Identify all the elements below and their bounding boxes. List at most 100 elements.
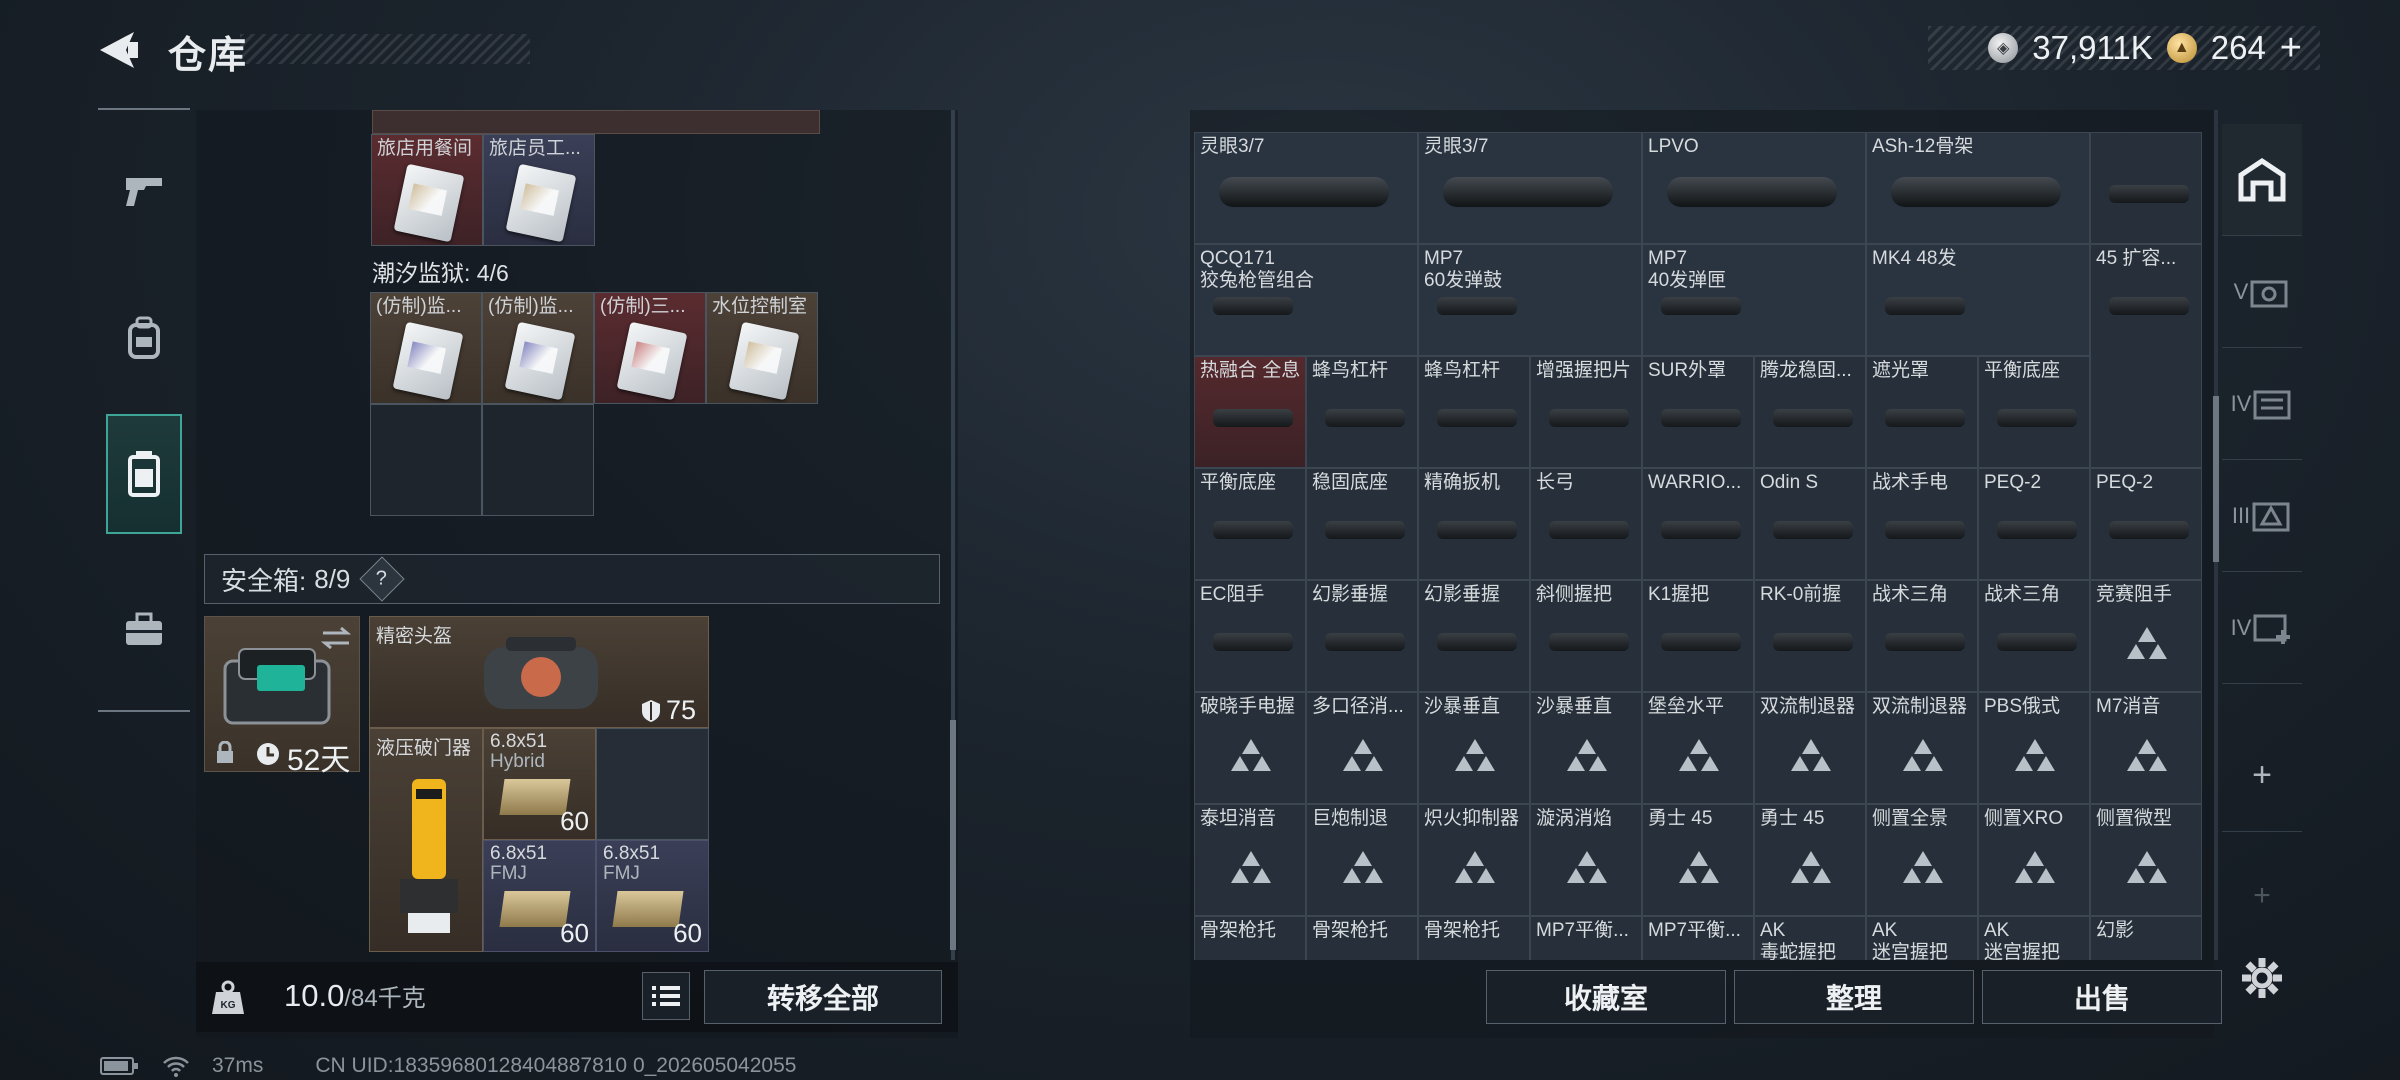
item-ammo-hybrid[interactable]: 6.8x51 Hybrid 60 (483, 728, 596, 840)
warehouse-item[interactable] (2090, 132, 2202, 244)
warehouse-item[interactable]: 竞赛阻手 (2090, 580, 2202, 692)
warehouse-item[interactable]: QCQ171 狡兔枪管组合 (1194, 244, 1418, 356)
nav-items[interactable] (106, 570, 182, 690)
warehouse-item[interactable]: MP7平衡... (1642, 916, 1754, 960)
warehouse-item[interactable]: 沙暴垂直 (1530, 692, 1642, 804)
add-storage-button-2[interactable]: + (2222, 840, 2302, 952)
warehouse-item[interactable]: 增强握把片 (1530, 356, 1642, 468)
warehouse-item[interactable]: SUR外罩 (1642, 356, 1754, 468)
warehouse-item[interactable]: MK4 48发 (1866, 244, 2090, 356)
add-gold-button[interactable]: + (2280, 27, 2302, 70)
warehouse-item[interactable]: 斜侧握把 (1530, 580, 1642, 692)
warehouse-item[interactable]: 战术三角 (1866, 580, 1978, 692)
warehouse-item[interactable]: ASh-12骨架 (1866, 132, 2090, 244)
warehouse-item[interactable]: 遮光罩 (1866, 356, 1978, 468)
list-view-button[interactable] (642, 972, 690, 1020)
item-ammo-fmj-1[interactable]: 6.8x51 FMJ 60 (483, 840, 596, 952)
settings-gear-icon[interactable] (2240, 956, 2284, 1000)
warehouse-item[interactable]: PEQ-2 (2090, 468, 2202, 580)
warehouse-item[interactable]: 平衡底座 (1194, 468, 1306, 580)
tab-level-iii[interactable]: III (2222, 460, 2302, 572)
tab-level-v[interactable]: V (2222, 236, 2302, 348)
warehouse-item[interactable]: PEQ-2 (1978, 468, 2090, 580)
warehouse-item[interactable]: 炽火抑制器 (1418, 804, 1530, 916)
warehouse-item[interactable]: AK 毒蛇握把 (1754, 916, 1866, 960)
warehouse-item[interactable]: MP7 60发弹鼓 (1418, 244, 1642, 356)
sort-button[interactable]: 整理 (1734, 970, 1974, 1024)
warehouse-item[interactable]: 45 扩容... (2090, 244, 2202, 468)
warehouse-item[interactable]: 勇士 45 (1754, 804, 1866, 916)
warehouse-item[interactable]: 巨炮制退 (1306, 804, 1418, 916)
key-prison-2[interactable]: (仿制)监... (482, 292, 594, 404)
warehouse-item[interactable]: 骨架枪托 (1418, 916, 1530, 960)
warehouse-item[interactable]: MP7平衡... (1530, 916, 1642, 960)
warehouse-item[interactable]: LPVO (1642, 132, 1866, 244)
warehouse-item[interactable]: 泰坦消音 (1194, 804, 1306, 916)
warehouse-item[interactable]: 幻影垂握 (1306, 580, 1418, 692)
warehouse-item[interactable]: 多口径消... (1306, 692, 1418, 804)
help-button[interactable]: ? (359, 556, 406, 602)
warehouse-item[interactable]: EC阻手 (1194, 580, 1306, 692)
empty-slot[interactable] (482, 404, 594, 516)
warehouse-item[interactable]: 战术手电 (1866, 468, 1978, 580)
tab-level-iv-medical[interactable]: IV (2222, 572, 2302, 684)
transfer-all-button[interactable]: 转移全部 (704, 970, 942, 1024)
warehouse-item[interactable]: 勇士 45 (1642, 804, 1754, 916)
key-hotel-dining[interactable]: 旅店用餐间 (371, 134, 483, 246)
warehouse-item[interactable]: 蜂鸟杠杆 (1418, 356, 1530, 468)
warehouse-item[interactable]: 灵眼3/7 (1418, 132, 1642, 244)
key-hotel-staff[interactable]: 旅店员工... (483, 134, 595, 246)
left-scroll-thumb[interactable] (950, 720, 956, 950)
tab-warehouse-main[interactable] (2222, 124, 2302, 236)
warehouse-item[interactable]: 幻影垂握 (1418, 580, 1530, 692)
safe-case-slot[interactable]: 52天 (204, 616, 360, 777)
sell-button[interactable]: 出售 (1982, 970, 2222, 1024)
tab-level-iv[interactable]: IV (2222, 348, 2302, 460)
collection-room-button[interactable]: 收藏室 (1486, 970, 1726, 1024)
empty-slot[interactable] (370, 404, 482, 516)
warehouse-item[interactable]: WARRIO... (1642, 468, 1754, 580)
warehouse-item[interactable]: PBS俄式 (1978, 692, 2090, 804)
warehouse-item[interactable]: 战术三角 (1978, 580, 2090, 692)
key-prison-3[interactable]: (仿制)三... (594, 292, 706, 404)
warehouse-item[interactable]: AK 迷宫握把 (1866, 916, 1978, 960)
key-prison-4[interactable]: 水位控制室 (706, 292, 818, 404)
warehouse-item[interactable]: 平衡底座 (1978, 356, 2090, 468)
item-ammo-fmj-2[interactable]: 6.8x51 FMJ 60 (596, 840, 709, 952)
warehouse-item[interactable]: 双流制退器 (1866, 692, 1978, 804)
warehouse-item[interactable]: 精确扳机 (1418, 468, 1530, 580)
warehouse-item[interactable]: 骨架枪托 (1306, 916, 1418, 960)
right-scroll-thumb[interactable] (2213, 396, 2219, 562)
warehouse-item[interactable]: 破晓手电握 (1194, 692, 1306, 804)
warehouse-item[interactable]: MP7 40发弹匣 (1642, 244, 1866, 356)
warehouse-item[interactable]: 沙暴垂直 (1418, 692, 1530, 804)
nav-weapons[interactable] (106, 130, 182, 250)
key-prison-1[interactable]: (仿制)监... (370, 292, 482, 404)
nav-equipment[interactable] (106, 278, 182, 398)
warehouse-item[interactable]: 双流制退器 (1754, 692, 1866, 804)
warehouse-item[interactable]: 幻影 (2090, 916, 2202, 960)
warehouse-item[interactable]: Odin S (1754, 468, 1866, 580)
warehouse-item[interactable]: M7消音 (2090, 692, 2202, 804)
warehouse-item[interactable]: 热融合 全息 (1194, 356, 1306, 468)
warehouse-item[interactable]: 稳固底座 (1306, 468, 1418, 580)
warehouse-item[interactable]: K1握把 (1642, 580, 1754, 692)
warehouse-item[interactable]: RK-0前握 (1754, 580, 1866, 692)
warehouse-item[interactable]: 灵眼3/7 (1194, 132, 1418, 244)
warehouse-item[interactable]: 堡垒水平 (1642, 692, 1754, 804)
warehouse-item[interactable]: 侧置全景 (1866, 804, 1978, 916)
warehouse-item[interactable]: AK 迷宫握把 (1978, 916, 2090, 960)
warehouse-item[interactable]: 长弓 (1530, 468, 1642, 580)
warehouse-item[interactable]: 侧置微型 (2090, 804, 2202, 916)
warehouse-item[interactable]: 腾龙稳固... (1754, 356, 1866, 468)
back-arrow-icon[interactable] (96, 28, 142, 72)
add-storage-button[interactable]: + (2222, 720, 2302, 832)
item-hydraulic-breacher[interactable]: 液压破门器 (369, 728, 483, 952)
nav-storage[interactable] (106, 414, 182, 534)
warehouse-item[interactable]: 骨架枪托 (1194, 916, 1306, 960)
empty-slot[interactable] (596, 728, 709, 840)
warehouse-item[interactable]: 漩涡消焰 (1530, 804, 1642, 916)
warehouse-item[interactable]: 侧置XRO (1978, 804, 2090, 916)
item-helmet[interactable]: 精密头盔 75 (369, 616, 709, 728)
swap-icon[interactable] (319, 625, 353, 651)
